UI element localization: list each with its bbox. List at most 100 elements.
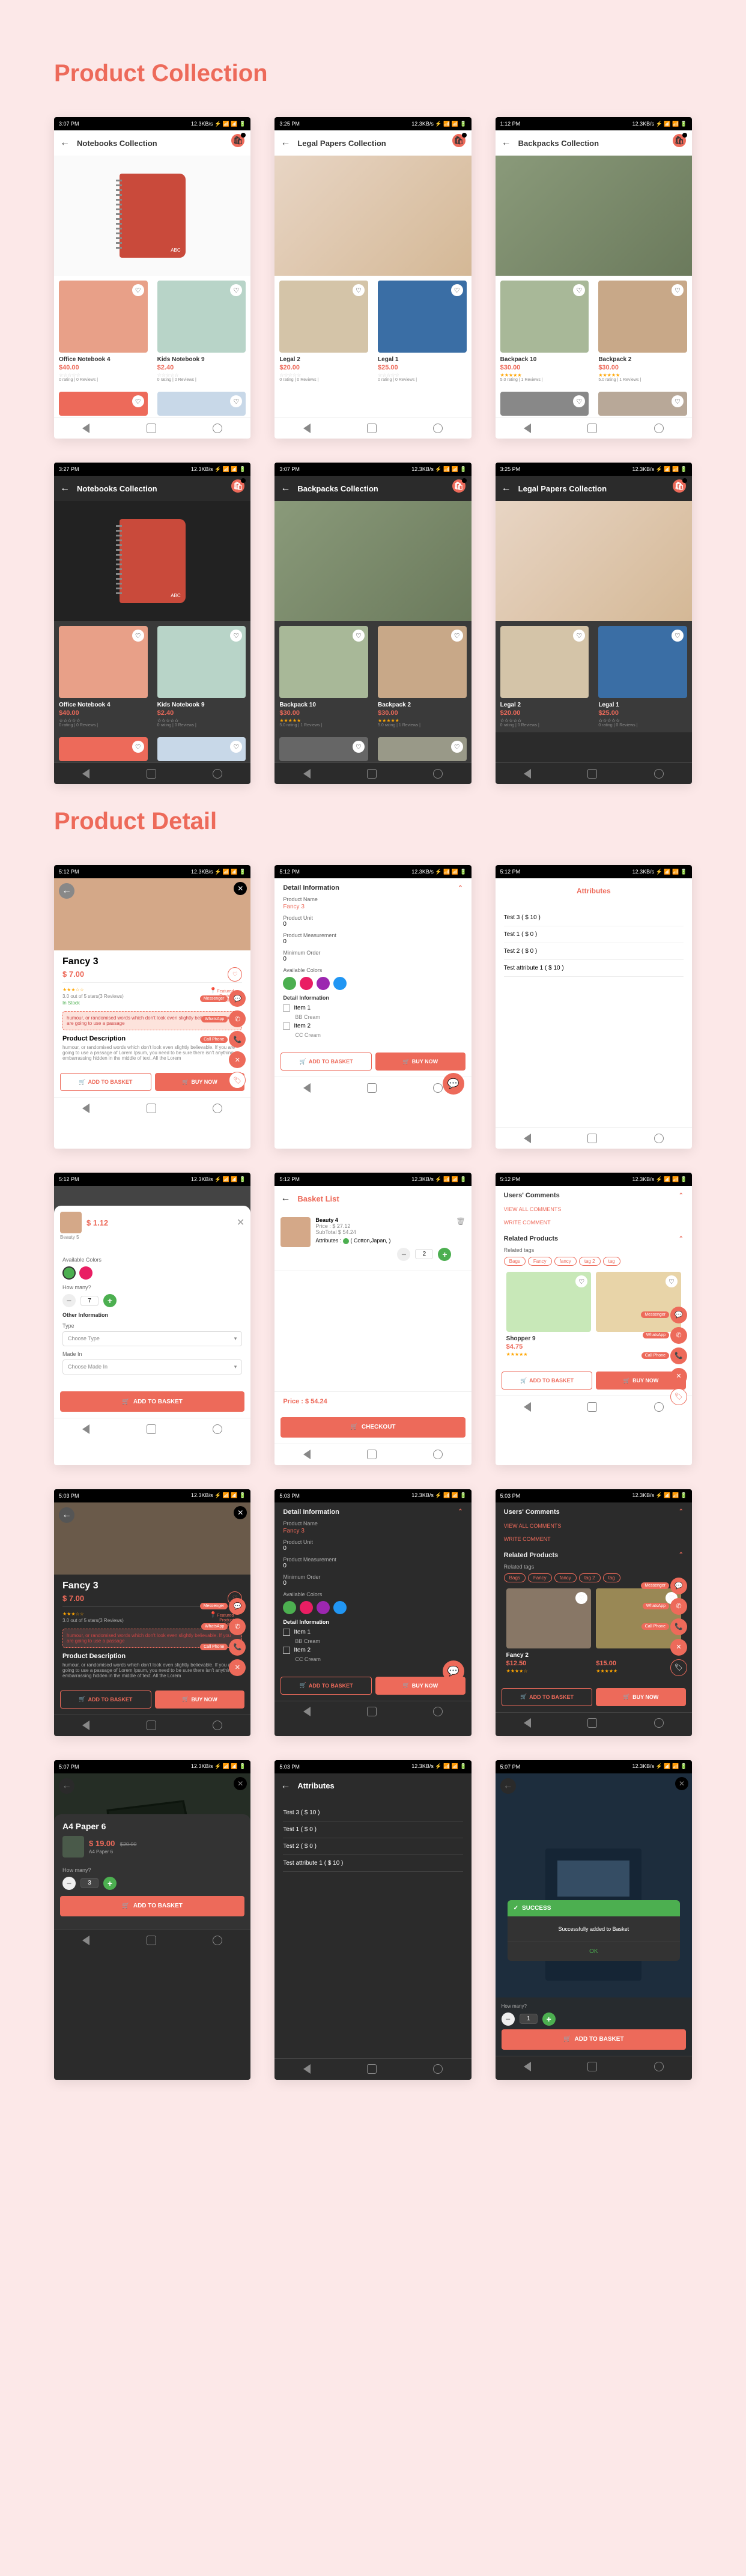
close-icon[interactable]: ✕ (234, 882, 247, 895)
back-icon[interactable]: ← (281, 138, 290, 148)
close-icon[interactable]: ✕ (234, 1506, 247, 1519)
hero-image[interactable] (496, 156, 692, 276)
related-product[interactable]: ♡ Shopper 9 $4.75 ★★★★★ (504, 1269, 594, 1359)
back-icon[interactable]: ← (60, 483, 70, 494)
cart-icon[interactable]: 🛍 (231, 134, 244, 147)
back-icon[interactable]: ← (502, 138, 511, 148)
cart-icon[interactable]: 🛍 (452, 134, 465, 147)
delete-icon[interactable]: 🗑 (456, 1217, 465, 1265)
toast-ok-button[interactable]: OK (508, 1942, 680, 1961)
color-swatch[interactable] (283, 977, 296, 990)
hero-image[interactable] (54, 156, 250, 276)
phone-success-toast: 5:07 PM12.3KB/s ⚡ 📶 📶 🔋 ← ✕ ✓SUCCESS Suc… (496, 1760, 692, 2080)
product-card[interactable]: ♡Backpack 10$30.00★★★★★5.0 rating | 1 Re… (496, 276, 594, 387)
chat-fab[interactable]: 💬 (443, 1660, 464, 1682)
chevron-up-icon[interactable]: ⌃ (679, 1236, 684, 1242)
nav-back[interactable] (82, 424, 89, 433)
view-comments-link[interactable]: VIEW ALL COMMENTS (504, 1203, 684, 1216)
qty-value[interactable]: 7 (80, 1296, 99, 1306)
row: 3:07 PM12.3KB/s ⚡ 📶 📶 🔋 ← Notebooks Coll… (54, 117, 692, 439)
product-card[interactable]: ♡ Kids Notebook 9 $2.40 ☆☆☆☆☆ 0 rating |… (153, 276, 251, 387)
phone-legal-light: 3:25 PM12.3KB/s ⚡ 📶 📶 🔋 ←Legal Papers Co… (274, 117, 471, 439)
close-icon[interactable]: ✕ (237, 1217, 244, 1229)
favorite-icon[interactable]: ♡ (132, 284, 144, 296)
section-title-collection: Product Collection (54, 60, 692, 87)
attribute-item[interactable]: Test 1 ( $ 0 ) (504, 926, 684, 943)
product-card[interactable]: ♡Legal 1$25.00☆☆☆☆☆0 rating | 0 Reviews … (373, 276, 472, 387)
color-swatch[interactable] (317, 977, 330, 990)
call-fab[interactable]: Call Phone📞 (229, 1031, 246, 1048)
attribute-item[interactable]: Test attribute 1 ( $ 10 ) (504, 960, 684, 977)
quantity-stepper: − 7 + (62, 1294, 242, 1307)
chevron-up-icon[interactable]: ⌃ (458, 885, 462, 892)
tag[interactable]: fancy (554, 1257, 577, 1266)
tag[interactable]: tag 2 (579, 1257, 601, 1266)
close-fab[interactable]: ✕ (670, 1368, 687, 1385)
whatsapp-fab[interactable]: WhatsApp✆ (670, 1327, 687, 1344)
back-icon[interactable]: ← (60, 138, 70, 148)
made-in-select[interactable]: Choose Made In (62, 1359, 242, 1375)
favorite-icon[interactable]: ♡ (228, 967, 242, 982)
attribute-item[interactable]: Test 2 ( $ 0 ) (504, 943, 684, 960)
hero-image[interactable] (274, 156, 471, 276)
messenger-fab[interactable]: Messenger💬 (229, 990, 246, 1007)
nav-home[interactable] (147, 424, 156, 433)
add-basket-button[interactable]: 🛒 ADD TO BASKET (60, 1896, 244, 1916)
back-icon[interactable]: ← (59, 1507, 74, 1523)
type-select[interactable]: Choose Type (62, 1331, 242, 1346)
phone-notebooks-light: 3:07 PM12.3KB/s ⚡ 📶 📶 🔋 ← Notebooks Coll… (54, 117, 250, 439)
add-basket-button[interactable]: 🛒 ADD TO BASKET (502, 1372, 593, 1390)
whatsapp-fab[interactable]: WhatsApp✆ (229, 1010, 246, 1027)
cart-icon[interactable]: 🛍 (673, 134, 686, 147)
phone-attributes-light: 5:12 PM12.3KB/s ⚡ 📶 📶 🔋 Attributes Test … (496, 865, 692, 1149)
messenger-fab[interactable]: Messenger💬 (670, 1307, 687, 1323)
checkbox[interactable] (283, 1022, 290, 1030)
phone-beauty-light: 5:12 PM12.3KB/s ⚡ 📶 📶 🔋 NEWBEAUTY CAN YO… (54, 1173, 250, 1465)
product-card[interactable]: ♡Legal 2$20.00☆☆☆☆☆0 rating | 0 Reviews … (274, 276, 373, 387)
product-hero[interactable]: ←✕ (54, 878, 250, 950)
tag-fab[interactable]: 🏷 (229, 1072, 246, 1089)
add-basket-button[interactable]: 🛒 ADD TO BASKET (281, 1053, 372, 1071)
chat-fab[interactable]: 💬 (443, 1073, 464, 1095)
app-bar: ← Notebooks Collection 🛍 (54, 130, 250, 156)
attribute-item[interactable]: Test 3 ( $ 10 ) (504, 910, 684, 926)
call-fab[interactable]: Call Phone📞 (670, 1347, 687, 1364)
qty-plus-button[interactable]: + (103, 1294, 117, 1307)
add-basket-button[interactable]: 🛒 ADD TO BASKET (60, 1073, 151, 1091)
favorite-icon[interactable]: ♡ (230, 284, 242, 296)
section-title-detail: Product Detail (54, 808, 692, 835)
cart-icon[interactable]: 🛍 (231, 479, 244, 493)
checkout-button[interactable]: 🛒 CHECKOUT (281, 1417, 465, 1438)
write-comment-link[interactable]: WRITE COMMENT (504, 1216, 684, 1229)
tag-fab[interactable]: 🏷 (670, 1388, 687, 1405)
checkbox[interactable] (283, 1004, 290, 1012)
color-swatch[interactable] (62, 1266, 76, 1280)
tag[interactable]: Fancy (528, 1257, 552, 1266)
nav-recent[interactable] (213, 424, 222, 433)
color-swatch[interactable] (300, 977, 313, 990)
product-card[interactable]: ♡ Office Notebook 4 $40.00 ☆☆☆☆☆ 0 ratin… (54, 276, 153, 387)
back-icon[interactable]: ← (281, 1781, 290, 1791)
qty-plus-button[interactable]: + (438, 1248, 451, 1261)
back-icon[interactable]: ← (281, 1193, 290, 1204)
tag[interactable]: tag (603, 1257, 620, 1266)
phone-backpacks-light: 1:12 PM12.3KB/s ⚡ 📶 📶 🔋 ←Backpacks Colle… (496, 117, 692, 439)
tag[interactable]: Bags (504, 1257, 526, 1266)
buy-now-button[interactable]: 🛒 BUY NOW (375, 1053, 465, 1071)
close-fab[interactable]: ✕ (229, 1051, 246, 1068)
color-swatch[interactable] (333, 977, 347, 990)
qty-plus-button[interactable]: + (103, 1877, 117, 1890)
qty-minus-button[interactable]: − (62, 1877, 76, 1890)
item-thumb[interactable] (281, 1217, 311, 1247)
chevron-up-icon[interactable]: ⌃ (679, 1192, 684, 1199)
basket-item: Beauty 4 Price : $ 27.12 SubTotal $ 54.2… (274, 1211, 471, 1271)
nav-bar (54, 417, 250, 439)
rating-stars: ★★★☆☆ (62, 987, 84, 992)
color-swatch[interactable] (79, 1266, 92, 1280)
back-icon[interactable]: ← (59, 883, 74, 899)
qty-minus-button[interactable]: − (397, 1248, 410, 1261)
add-basket-button[interactable]: 🛒 ADD TO BASKET (60, 1391, 244, 1412)
qty-minus-button[interactable]: − (62, 1294, 76, 1307)
phone-fancy3-dark: 5:03 PM12.3KB/s ⚡ 📶 📶 🔋 ←✕ Fancy 3 ♡ $ 7… (54, 1489, 250, 1736)
product-card[interactable]: ♡Backpack 2$30.00★★★★★5.0 rating | 1 Rev… (593, 276, 692, 387)
